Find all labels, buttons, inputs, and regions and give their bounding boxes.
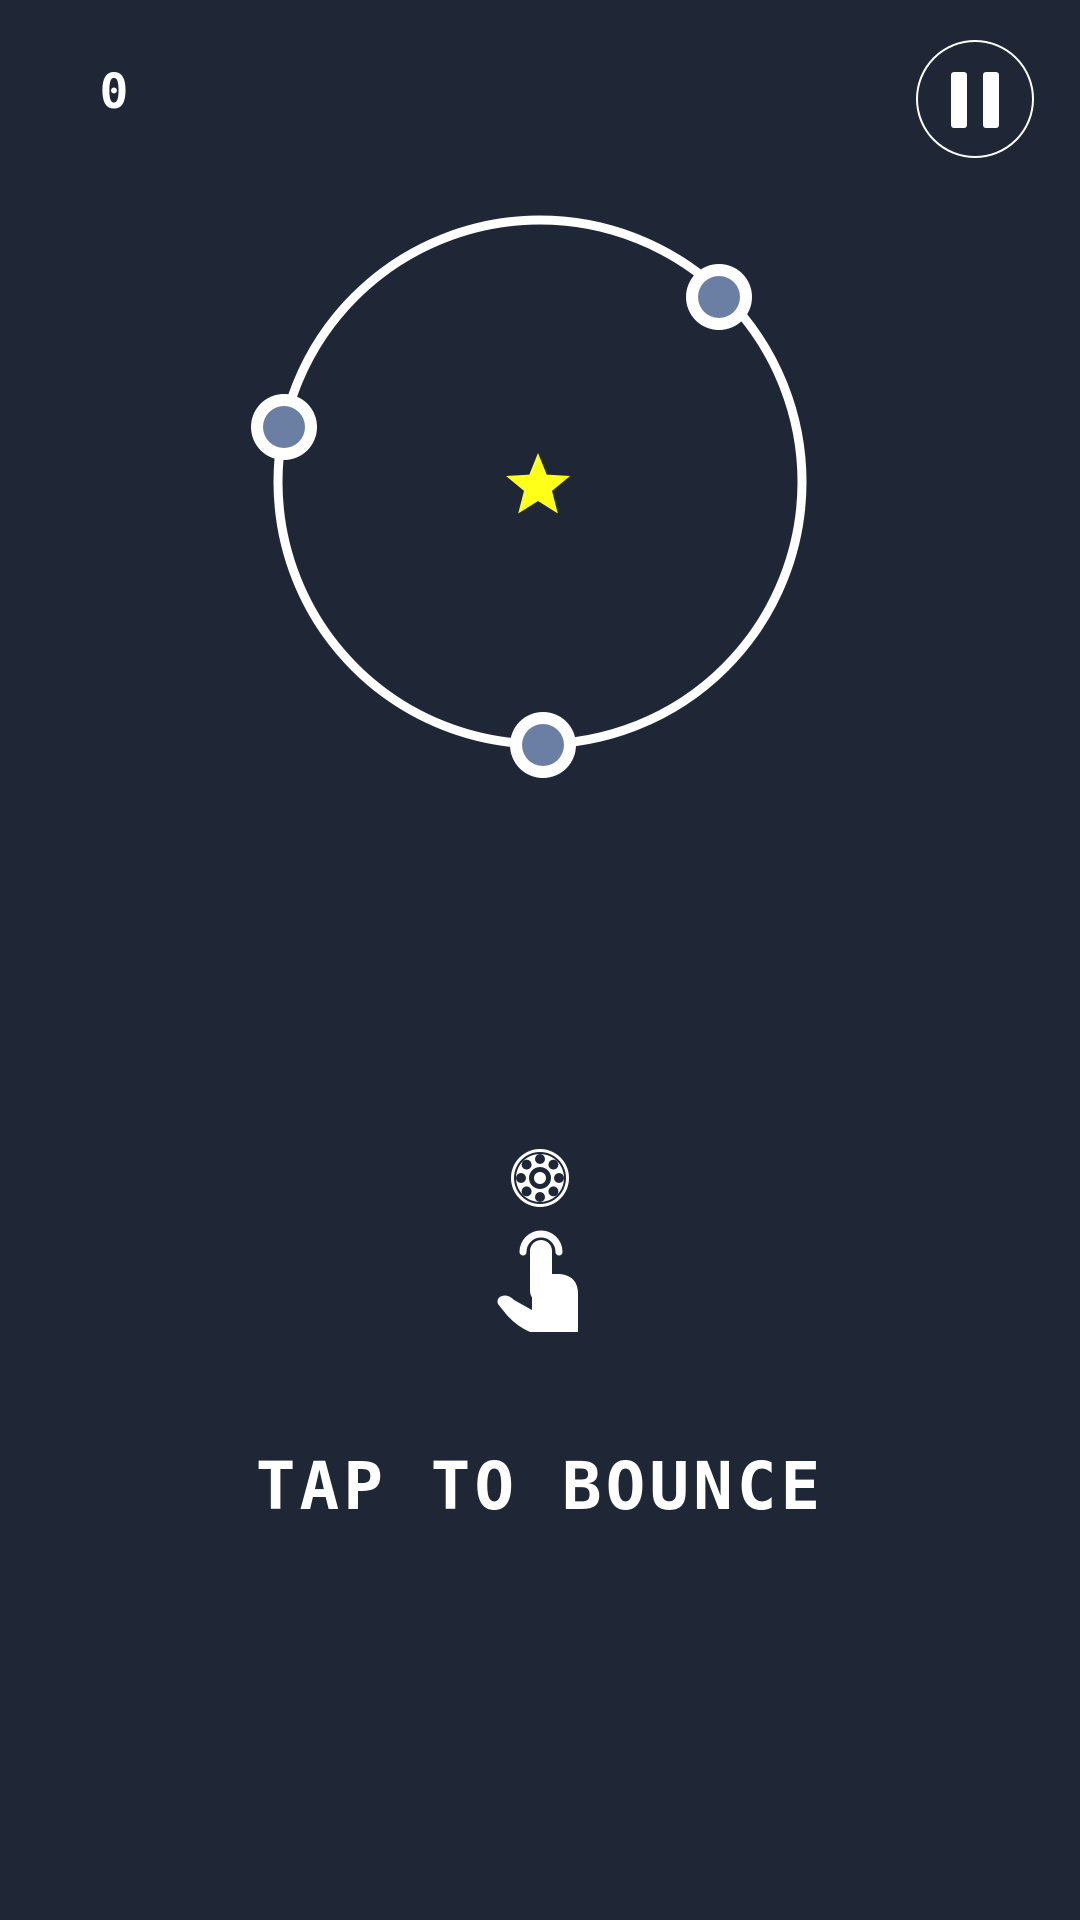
orbit-node — [510, 712, 576, 778]
game-screen[interactable]: 0 TAP TO BOUNCE — [0, 0, 1080, 1920]
tap-to-bounce-text: TAP TO BOUNCE — [255, 1448, 825, 1525]
ball-icon — [511, 1149, 569, 1207]
orbit-node — [686, 264, 752, 330]
orbit-node — [251, 394, 317, 460]
tap-hand-icon — [497, 1230, 578, 1332]
star-icon — [506, 453, 570, 514]
orbit-area — [251, 215, 807, 778]
